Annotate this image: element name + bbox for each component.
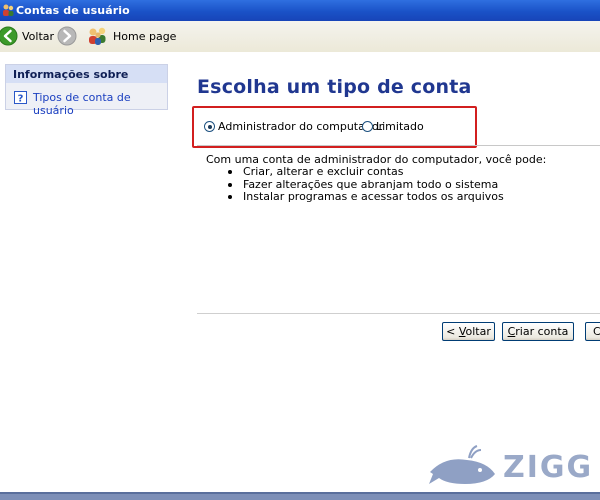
admin-radio[interactable] xyxy=(204,121,215,132)
bottom-border-line xyxy=(0,492,600,494)
watermark: ZIGG xyxy=(425,442,600,492)
back-step-accel: V xyxy=(458,325,466,338)
toolbar: Voltar Home page xyxy=(0,21,600,53)
back-arrow-icon xyxy=(0,26,18,46)
back-label: Voltar xyxy=(22,29,55,43)
account-types-link[interactable]: Tipos de conta de usuário xyxy=(33,91,167,117)
back-step-button[interactable]: < Voltar xyxy=(442,322,495,341)
create-account-button[interactable]: Criar conta xyxy=(502,322,574,341)
whale-logo-icon xyxy=(429,445,495,484)
limited-radio[interactable] xyxy=(362,121,373,132)
bottom-border xyxy=(0,492,600,500)
users-home-icon xyxy=(89,27,106,45)
page-title: Escolha um tipo de conta xyxy=(197,76,472,98)
divider xyxy=(197,313,600,314)
divider xyxy=(197,145,600,146)
info-box: Informações sobre ? Tipos de conta de us… xyxy=(5,64,168,117)
list-item: Criar, alterar e excluir contas xyxy=(220,165,504,179)
watermark-text: ZIGG xyxy=(503,450,594,485)
cancel-label: C xyxy=(593,325,600,338)
capabilities-list: Criar, alterar e excluir contas Fazer al… xyxy=(220,165,504,204)
home-page-button[interactable]: Home page xyxy=(87,25,176,47)
title-bar: Contas de usuário xyxy=(0,0,600,21)
cancel-button[interactable]: C xyxy=(585,322,600,341)
main-content: Escolha um tipo de conta Administrador d… xyxy=(180,52,600,492)
help-icon: ? xyxy=(14,91,27,104)
forward-arrow-icon xyxy=(57,26,77,46)
back-step-prefix: < xyxy=(446,325,459,338)
limited-radio-label[interactable]: Limitado xyxy=(376,120,424,133)
info-box-title: Informações sobre xyxy=(13,68,129,81)
task-pane: Informações sobre ? Tipos de conta de us… xyxy=(0,52,180,492)
svg-text:?: ? xyxy=(18,94,24,105)
back-step-rest: oltar xyxy=(465,325,491,338)
back-button[interactable]: Voltar xyxy=(0,25,54,47)
forward-button[interactable] xyxy=(57,25,77,47)
account-type-options: Administrador do computador Limitado xyxy=(192,106,477,148)
window-title: Contas de usuário xyxy=(16,4,130,17)
admin-radio-label[interactable]: Administrador do computador xyxy=(218,120,383,133)
users-icon xyxy=(3,4,14,16)
create-rest: riar conta xyxy=(515,325,569,338)
home-page-label: Home page xyxy=(113,29,177,43)
list-item: Instalar programas e acessar todos os ar… xyxy=(220,190,504,204)
info-box-header: Informações sobre xyxy=(6,65,167,83)
